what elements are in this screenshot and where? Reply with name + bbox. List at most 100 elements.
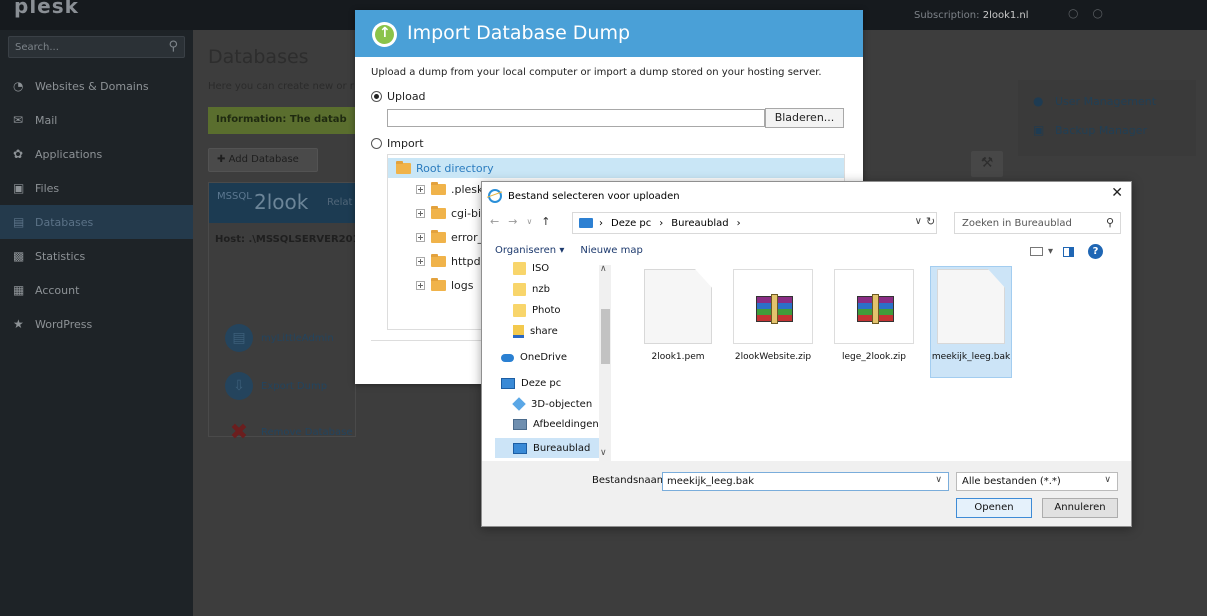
wrench-button[interactable]: ⚒	[971, 151, 1003, 177]
sidebar-item-applications[interactable]: ✿ Applications	[0, 137, 193, 171]
search-icon[interactable]: ⚲	[168, 39, 178, 54]
cancel-button[interactable]: Annuleren	[1042, 498, 1118, 518]
folder-icon	[431, 182, 446, 195]
tree-root-directory[interactable]: Root directory	[388, 158, 844, 178]
refresh-icon[interactable]: ↻	[926, 215, 935, 228]
upload-file-field[interactable]	[387, 109, 765, 127]
tree-item-label: ISO	[532, 263, 550, 274]
tree-item-onedrive[interactable]: OneDrive	[501, 352, 567, 363]
chevron-down-icon[interactable]: ▾	[1048, 246, 1053, 257]
chevron-down-icon[interactable]: ∨	[915, 216, 922, 227]
add-database-button[interactable]: ✚ Add Database	[208, 148, 318, 172]
sidebar-item-websites-domains[interactable]: ◔ Websites & Domains	[0, 69, 193, 103]
sidebar-item-wordpress[interactable]: ★ WordPress	[0, 307, 193, 341]
file-item[interactable]: 2lookWebsite.zip	[732, 269, 814, 362]
backup-manager-link[interactable]: ▣ Backup Manager	[1033, 123, 1147, 137]
tree-item-nzb[interactable]: nzb	[513, 283, 550, 296]
mylittleadmin-link[interactable]: ▤ myLittleAdmin	[225, 324, 334, 352]
upload-radio[interactable]	[371, 91, 382, 102]
remove-database-link[interactable]: ✖ Remove Database	[225, 418, 353, 446]
tree-item-logs[interactable]: logs	[416, 278, 474, 292]
file-type-select[interactable]: Alle bestanden (*.*) ∨	[956, 472, 1118, 491]
plesk-logo[interactable]: plesk	[14, 0, 79, 18]
user-icon[interactable]: ○	[1068, 6, 1092, 20]
preview-pane-icon[interactable]	[1063, 246, 1075, 257]
help-icon[interactable]: ?	[1088, 244, 1104, 259]
import-option[interactable]: Import	[371, 137, 424, 150]
chevron-down-icon[interactable]: ∨	[600, 448, 607, 458]
tree-item-bureaublad[interactable]: Bureaublad	[495, 438, 599, 458]
breadcrumb-deze-pc[interactable]: Deze pc	[611, 218, 651, 229]
forward-arrow-icon[interactable]: →	[508, 215, 517, 228]
sidebar-item-databases[interactable]: ▤ Databases	[0, 205, 193, 239]
statistics-icon: ▩	[13, 249, 25, 263]
tree-item-photo[interactable]: Photo	[513, 304, 561, 317]
chevron-up-icon[interactable]: ∧	[600, 264, 607, 274]
new-folder-button[interactable]: Nieuwe map	[580, 245, 642, 256]
sidebar-item-label: Files	[35, 181, 60, 195]
open-button[interactable]: Openen	[956, 498, 1032, 518]
document-icon	[937, 269, 1005, 344]
browse-button[interactable]: Bladeren...	[765, 108, 844, 128]
globe-icon: ◔	[13, 79, 24, 93]
sidebar-item-statistics[interactable]: ▩ Statistics	[0, 239, 193, 273]
file-item[interactable]: lege_2look.zip	[833, 269, 915, 362]
shared-folder-icon	[513, 325, 524, 338]
scrollbar-thumb[interactable]	[601, 309, 610, 364]
view-mode-icon[interactable]	[1030, 247, 1043, 256]
help-icon[interactable]: ○	[1092, 6, 1116, 20]
dialog-intro: Upload a dump from your local computer o…	[371, 67, 822, 78]
search-input[interactable]	[9, 37, 159, 57]
database-related: Relat	[327, 197, 353, 208]
tree-item-cgi-bin[interactable]: cgi-bin	[416, 206, 488, 220]
sidebar-item-label: Mail	[35, 113, 58, 127]
tree-item-plesk[interactable]: .plesk	[416, 182, 483, 196]
close-button[interactable]: ✕	[1111, 185, 1123, 201]
file-item-selected[interactable]: meekijk_leeg.bak	[930, 266, 1012, 378]
tree-item-iso[interactable]: ISO	[513, 262, 549, 275]
sidebar-item-label: Applications	[35, 147, 103, 161]
user-management-link[interactable]: ● User Management	[1033, 94, 1156, 108]
sidebar-item-account[interactable]: ▦ Account	[0, 273, 193, 307]
import-radio[interactable]	[371, 138, 382, 149]
view-controls: ▾ ?	[1030, 244, 1104, 259]
sidebar-item-label: WordPress	[35, 317, 93, 331]
database-host: Host: .\MSSQLSERVER201	[215, 234, 360, 245]
back-arrow-icon[interactable]: ←	[490, 215, 499, 228]
database-stack-icon: ▤	[225, 324, 253, 352]
database-name[interactable]: 2look	[254, 190, 308, 214]
expand-icon[interactable]	[416, 209, 425, 218]
upload-option[interactable]: Upload	[371, 90, 426, 103]
breadcrumb-bureaublad[interactable]: Bureaublad	[671, 218, 728, 229]
expand-icon[interactable]	[416, 185, 425, 194]
recent-dropdown-icon[interactable]: ∨	[526, 217, 532, 226]
tree-item-afbeeldingen[interactable]: Afbeeldingen	[513, 419, 599, 430]
chevron-down-icon[interactable]: ∨	[935, 475, 942, 485]
search-input[interactable]	[955, 213, 1095, 233]
remove-icon: ✖	[229, 419, 249, 445]
3d-objects-icon	[512, 397, 526, 411]
tree-item-deze-pc[interactable]: Deze pc	[501, 378, 561, 389]
address-bar[interactable]: › Deze pc › Bureaublad › ∨	[572, 212, 937, 234]
filename-field: ∨	[662, 472, 949, 491]
up-arrow-icon[interactable]: ↑	[541, 215, 550, 228]
organize-button[interactable]: Organiseren ▾	[495, 245, 564, 256]
subscription-value: 2look1.nl	[982, 10, 1029, 21]
subscription-selector[interactable]: Subscription: 2look1.nl	[914, 10, 1029, 21]
expand-icon[interactable]	[416, 281, 425, 290]
expand-icon[interactable]	[416, 257, 425, 266]
search-icon[interactable]: ⚲	[1106, 216, 1114, 229]
right-panel: ● User Management ▣ Backup Manager	[1018, 80, 1196, 156]
export-dump-link[interactable]: ⇩ Export Dump	[225, 372, 327, 400]
tree-item-share[interactable]: share	[513, 325, 558, 338]
sidebar-item-files[interactable]: ▣ Files	[0, 171, 193, 205]
tree-item-3d-objecten[interactable]: 3D-objecten	[512, 397, 592, 411]
file-item[interactable]: 2look1.pem	[637, 269, 719, 362]
filename-input[interactable]	[663, 473, 923, 490]
account-icon: ▦	[13, 283, 25, 297]
sidebar-item-mail[interactable]: ✉ Mail	[0, 103, 193, 137]
expand-icon[interactable]	[416, 233, 425, 242]
sidebar: ⚲ ◔ Websites & Domains ✉ Mail ✿ Applicat…	[0, 30, 193, 616]
folder-icon	[431, 230, 446, 243]
sidebar-nav: ◔ Websites & Domains ✉ Mail ✿ Applicatio…	[0, 69, 193, 341]
